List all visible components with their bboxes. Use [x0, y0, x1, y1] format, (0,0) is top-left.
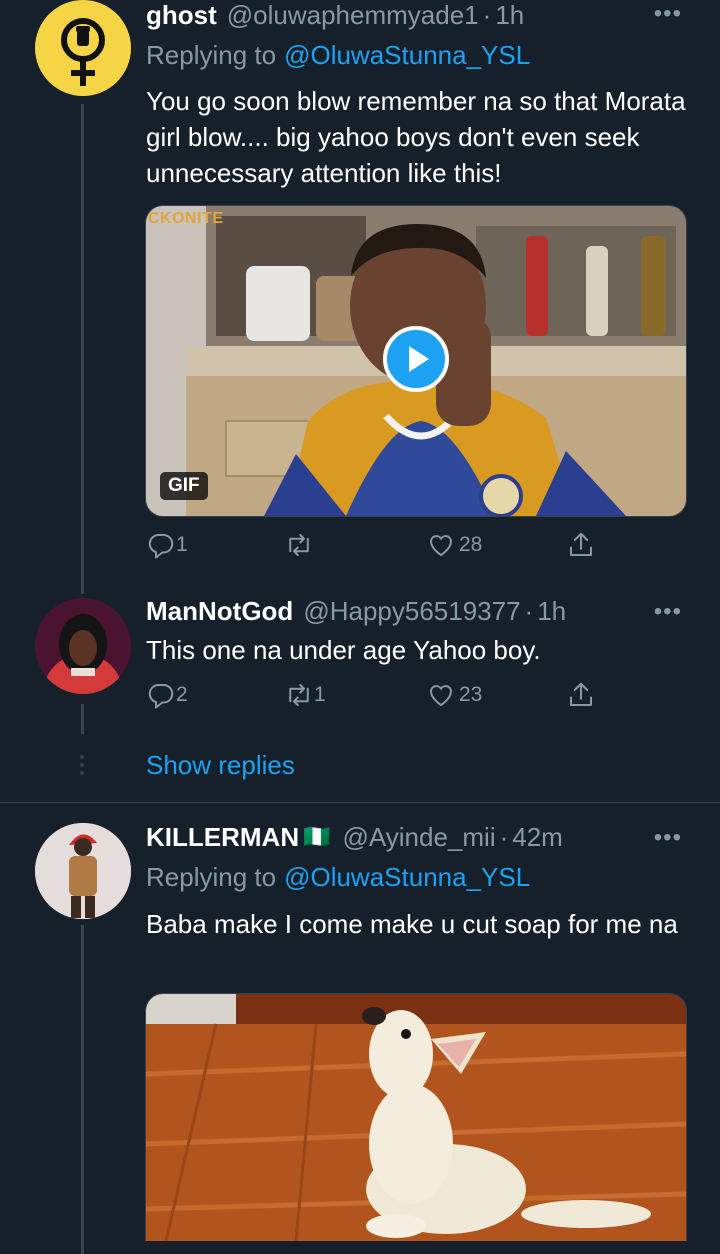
- share-icon: [570, 682, 592, 706]
- reply-icon: [148, 684, 174, 709]
- replying-to: Replying to @OluwaStunna_YSL: [146, 862, 530, 893]
- like-count: 28: [459, 533, 483, 556]
- user-handle[interactable]: @oluwaphemmyade1: [227, 0, 479, 31]
- user-handle[interactable]: @Ayinde_mii: [343, 822, 496, 853]
- reply-button[interactable]: 1: [146, 530, 188, 560]
- replying-label: Replying to: [146, 862, 277, 892]
- thread-dots: [80, 755, 85, 777]
- tweet-actions: 2 1 23: [146, 680, 596, 714]
- like-icon: [430, 535, 452, 556]
- share-button[interactable]: [566, 530, 596, 560]
- tweet-header: KILLERMAN 🇳🇬 @Ayinde_mii · 42m: [146, 822, 563, 852]
- reply-count: 2: [176, 683, 188, 706]
- play-icon[interactable]: [383, 326, 449, 392]
- country-flag: 🇳🇬: [303, 824, 331, 849]
- retweet-icon: [289, 684, 309, 706]
- tweet-text: You go soon blow remember na so that Mor…: [146, 86, 686, 188]
- replying-to-link[interactable]: @OluwaStunna_YSL: [284, 862, 530, 893]
- separator-dot: ·: [524, 595, 534, 626]
- dog-photo: [146, 994, 686, 1241]
- avatar-photo: [35, 598, 131, 694]
- separator-dot: ·: [499, 821, 509, 852]
- tweet-header: ManNotGod @Happy56519377 · 1h: [146, 596, 566, 626]
- like-button[interactable]: 28: [426, 530, 482, 560]
- reply-button[interactable]: 2: [146, 680, 188, 710]
- more-options-icon[interactable]: •••: [654, 824, 682, 852]
- display-name[interactable]: ManNotGod: [146, 596, 293, 627]
- more-options-icon[interactable]: •••: [654, 0, 682, 28]
- retweet-count: 1: [314, 683, 326, 706]
- like-button[interactable]: 23: [426, 680, 482, 710]
- user-handle[interactable]: @Happy56519377: [303, 596, 520, 627]
- reply-count: 1: [176, 533, 188, 556]
- thread-line: [81, 704, 84, 734]
- replying-label: Replying to: [146, 40, 277, 70]
- reply-icon: [148, 534, 174, 559]
- retweet-button[interactable]: 1: [284, 680, 326, 710]
- display-name[interactable]: ghost: [146, 0, 217, 31]
- more-options-icon[interactable]: •••: [654, 598, 682, 626]
- timestamp[interactable]: 1h: [495, 0, 524, 31]
- tweet-header: ghost @oluwaphemmyade1 · 1h: [146, 0, 524, 30]
- thread-line: [81, 925, 84, 1254]
- image-media[interactable]: [145, 993, 687, 1241]
- timestamp[interactable]: 42m: [512, 822, 563, 853]
- separator-dot: ·: [482, 0, 492, 30]
- gif-badge: GIF: [160, 472, 208, 500]
- like-icon: [430, 685, 452, 706]
- avatar-photo: [35, 823, 131, 919]
- retweet-button[interactable]: [284, 530, 314, 560]
- gif-watermark: CKONITE: [148, 210, 224, 227]
- like-count: 23: [459, 683, 483, 706]
- share-icon: [570, 532, 592, 556]
- retweet-icon: [289, 534, 309, 556]
- tweet-text: Baba make I come make u cut soap for me …: [146, 909, 678, 939]
- display-name[interactable]: KILLERMAN: [146, 822, 299, 853]
- avatar[interactable]: [35, 823, 131, 919]
- avatar[interactable]: [35, 598, 131, 694]
- share-button[interactable]: [566, 680, 596, 710]
- replying-to: Replying to @OluwaStunna_YSL: [146, 40, 530, 71]
- tweet-actions: 1 28: [146, 530, 596, 564]
- tweet-text: This one na under age Yahoo boy.: [146, 635, 541, 665]
- avatar[interactable]: [35, 0, 131, 96]
- venus-fist-icon: [61, 18, 105, 86]
- replying-to-link[interactable]: @OluwaStunna_YSL: [284, 40, 530, 71]
- thread-line: [81, 104, 84, 594]
- divider: [0, 802, 720, 803]
- timestamp[interactable]: 1h: [537, 596, 566, 627]
- show-replies-link[interactable]: Show replies: [146, 750, 295, 781]
- gif-media[interactable]: CKONITE GIF: [145, 205, 687, 517]
